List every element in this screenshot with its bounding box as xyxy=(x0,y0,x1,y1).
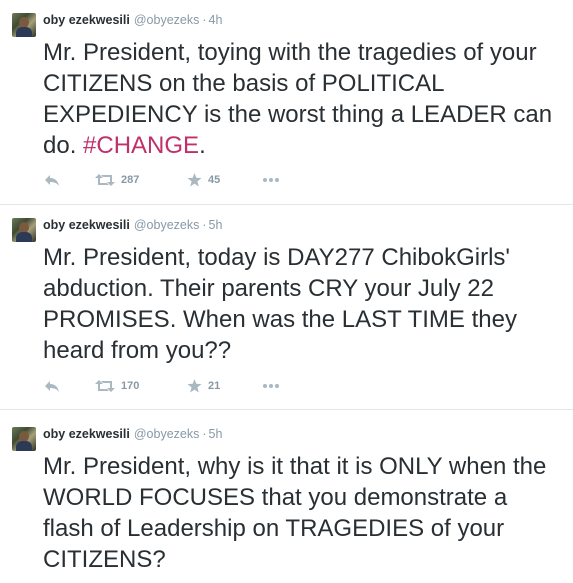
separator-dot: · xyxy=(202,218,207,232)
tweet-3[interactable]: oby ezekwesili @obyezeks · 5h Mr. President… xyxy=(0,410,573,583)
tweet-timestamp[interactable]: 5h xyxy=(209,218,223,232)
favorite-count: 45 xyxy=(208,174,221,186)
favorite-button[interactable]: 45 xyxy=(187,171,220,189)
author-username[interactable]: @obyezeks xyxy=(134,427,200,441)
avatar[interactable] xyxy=(12,218,36,242)
retweet-count: 287 xyxy=(121,174,140,186)
retweet-button[interactable]: 287 xyxy=(95,171,139,189)
more-button[interactable] xyxy=(262,171,280,189)
more-dots-icon xyxy=(263,178,279,182)
author-username[interactable]: @obyezeks xyxy=(134,218,200,232)
author-fullname[interactable]: oby ezekwesili xyxy=(43,13,130,27)
favorite-star-icon xyxy=(187,379,202,393)
favorite-star-icon xyxy=(187,173,202,187)
tweet-text-part: . xyxy=(199,132,206,159)
retweet-icon xyxy=(95,380,115,392)
reply-icon xyxy=(45,175,59,186)
tweet-text: Mr. President, why is it that it is ONLY… xyxy=(43,453,547,573)
tweet-text: Mr. President, today is DAY277 ChibokGir… xyxy=(43,244,517,364)
tweet-2[interactable]: oby ezekwesili @obyezeks · 5h Mr. President… xyxy=(0,205,573,410)
avatar[interactable] xyxy=(12,13,36,37)
more-dots-icon xyxy=(263,384,279,388)
author-fullname[interactable]: oby ezekwesili xyxy=(43,427,130,441)
tweet-header: oby ezekwesili @obyezeks · 5h xyxy=(43,217,222,233)
reply-button[interactable] xyxy=(43,377,61,395)
tweet-header: oby ezekwesili @obyezeks · 5h xyxy=(43,426,222,442)
hashtag-link[interactable]: #CHANGE xyxy=(83,132,199,159)
retweet-count: 170 xyxy=(121,380,140,392)
tweet-1[interactable]: oby ezekwesili @obyezeks · 4h Mr. President… xyxy=(0,0,573,205)
tweet-timestamp[interactable]: 5h xyxy=(209,427,223,441)
retweet-icon xyxy=(95,174,115,186)
retweet-button[interactable]: 170 xyxy=(95,377,139,395)
separator-dot: · xyxy=(202,13,207,27)
more-button[interactable] xyxy=(262,377,280,395)
avatar[interactable] xyxy=(12,427,36,451)
favorite-button[interactable]: 21 xyxy=(187,377,220,395)
separator-dot: · xyxy=(202,427,207,441)
tweet-header: oby ezekwesili @obyezeks · 4h xyxy=(43,12,222,28)
reply-button[interactable] xyxy=(43,171,61,189)
author-fullname[interactable]: oby ezekwesili xyxy=(43,218,130,232)
tweet-text: Mr. President, toying with the tragedies… xyxy=(43,37,563,161)
favorite-count: 21 xyxy=(208,380,221,392)
author-username[interactable]: @obyezeks xyxy=(134,13,200,27)
tweet-timestamp[interactable]: 4h xyxy=(209,13,223,27)
reply-icon xyxy=(45,381,59,392)
